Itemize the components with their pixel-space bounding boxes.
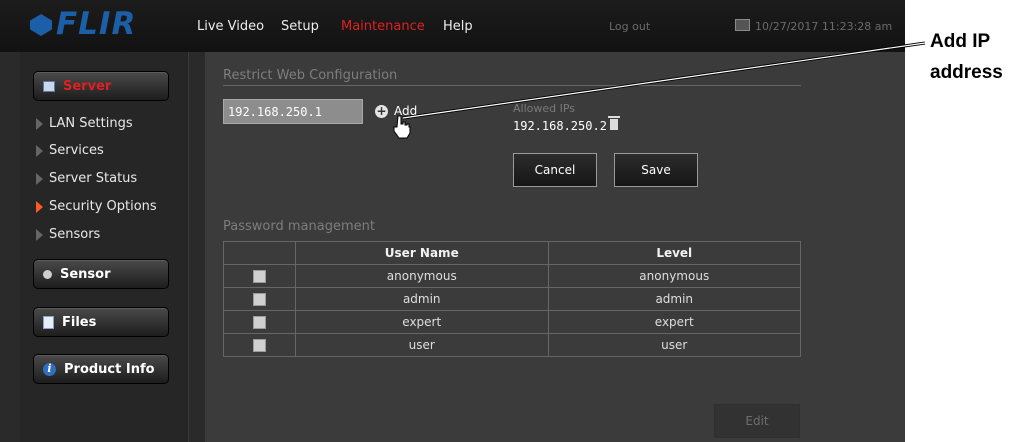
table-header-row: User Name Level bbox=[223, 241, 801, 265]
files-icon bbox=[43, 315, 54, 329]
triangle-right-active-icon bbox=[36, 200, 43, 213]
row-checkbox[interactable] bbox=[253, 339, 266, 352]
row-checkbox[interactable] bbox=[253, 270, 266, 283]
logout-link[interactable]: Log out bbox=[609, 20, 650, 33]
row-select-cell bbox=[223, 287, 296, 311]
sidebar-item-server-status[interactable]: Server Status bbox=[36, 171, 137, 186]
server-label: Server bbox=[63, 78, 112, 94]
sidebar-button-product-info[interactable]: i Product Info bbox=[33, 354, 169, 384]
sidebar-button-server[interactable]: Server bbox=[33, 71, 169, 101]
nav-help[interactable]: Help bbox=[443, 19, 473, 34]
save-button[interactable]: Save bbox=[614, 153, 698, 187]
row-checkbox[interactable] bbox=[253, 316, 266, 329]
triangle-right-icon bbox=[36, 228, 43, 241]
server-icon bbox=[43, 80, 55, 92]
user-name-cell: user bbox=[295, 333, 549, 357]
sensor-camera-icon bbox=[43, 269, 52, 279]
level-cell: anonymous bbox=[547, 264, 801, 288]
info-icon: i bbox=[43, 362, 56, 376]
level-cell: expert bbox=[547, 310, 801, 334]
plus-icon: + bbox=[375, 103, 388, 118]
sidebar: Server LAN Settings Services Server Stat… bbox=[20, 52, 189, 442]
triangle-right-icon bbox=[36, 172, 43, 185]
user-name-cell: anonymous bbox=[295, 264, 549, 288]
main-panel: Restrict Web Configuration +Add Allowed … bbox=[205, 52, 905, 442]
ip-address-input[interactable] bbox=[223, 99, 363, 124]
sidebar-button-files[interactable]: Files bbox=[33, 307, 169, 337]
add-ip-button[interactable]: + Add bbox=[375, 104, 417, 118]
sidebar-item-lan-settings[interactable]: LAN Settings bbox=[36, 116, 133, 131]
restrict-web-config-title: Restrict Web Configuration bbox=[223, 68, 398, 83]
section-divider bbox=[223, 85, 801, 86]
allowed-ip-value: 192.168.250.2 bbox=[513, 119, 607, 133]
datetime-display: 10/27/2017 11:23:28 am bbox=[735, 19, 892, 33]
callout-label: Add IP address bbox=[930, 31, 1003, 83]
table-row: user user bbox=[223, 333, 801, 357]
table-row: admin admin bbox=[223, 287, 801, 311]
select-column-header bbox=[223, 241, 296, 265]
nav-live-video[interactable]: Live Video bbox=[197, 19, 264, 34]
triangle-right-icon bbox=[36, 117, 43, 130]
flir-web-app: FLIR Live Video Setup Maintenance Help L… bbox=[0, 0, 905, 442]
allowed-ips-label: Allowed IPs bbox=[513, 102, 576, 115]
level-column-header: Level bbox=[547, 241, 801, 265]
nav-setup[interactable]: Setup bbox=[281, 19, 319, 34]
edit-button[interactable]: Edit bbox=[714, 404, 800, 438]
user-name-cell: admin bbox=[295, 287, 549, 311]
datetime-text: 10/27/2017 11:23:28 am bbox=[755, 20, 893, 33]
row-checkbox[interactable] bbox=[253, 293, 266, 306]
password-management-title: Password management bbox=[223, 219, 375, 234]
sidebar-item-security-options[interactable]: Security Options bbox=[36, 199, 157, 214]
user-name-column-header: User Name bbox=[295, 241, 549, 265]
computer-icon bbox=[735, 19, 750, 31]
sidebar-item-sensors[interactable]: Sensors bbox=[36, 227, 100, 242]
row-select-cell bbox=[223, 264, 296, 288]
sidebar-item-services[interactable]: Services bbox=[36, 143, 104, 158]
triangle-right-icon bbox=[36, 144, 43, 157]
user-name-cell: expert bbox=[295, 310, 549, 334]
level-cell: admin bbox=[547, 287, 801, 311]
top-bar: FLIR Live Video Setup Maintenance Help L… bbox=[0, 0, 905, 52]
row-select-cell bbox=[223, 310, 296, 334]
flir-logo-icon bbox=[30, 14, 52, 36]
sidebar-button-sensor[interactable]: Sensor bbox=[33, 259, 169, 289]
nav-maintenance[interactable]: Maintenance bbox=[341, 19, 425, 34]
table-row: anonymous anonymous bbox=[223, 264, 801, 288]
row-select-cell bbox=[223, 333, 296, 357]
cancel-button[interactable]: Cancel bbox=[513, 153, 597, 187]
trash-icon[interactable] bbox=[608, 116, 620, 130]
flir-logo: FLIR bbox=[30, 6, 136, 42]
level-cell: user bbox=[547, 333, 801, 357]
password-table: User Name Level anonymous anonymous admi… bbox=[223, 241, 801, 357]
table-row: expert expert bbox=[223, 310, 801, 334]
